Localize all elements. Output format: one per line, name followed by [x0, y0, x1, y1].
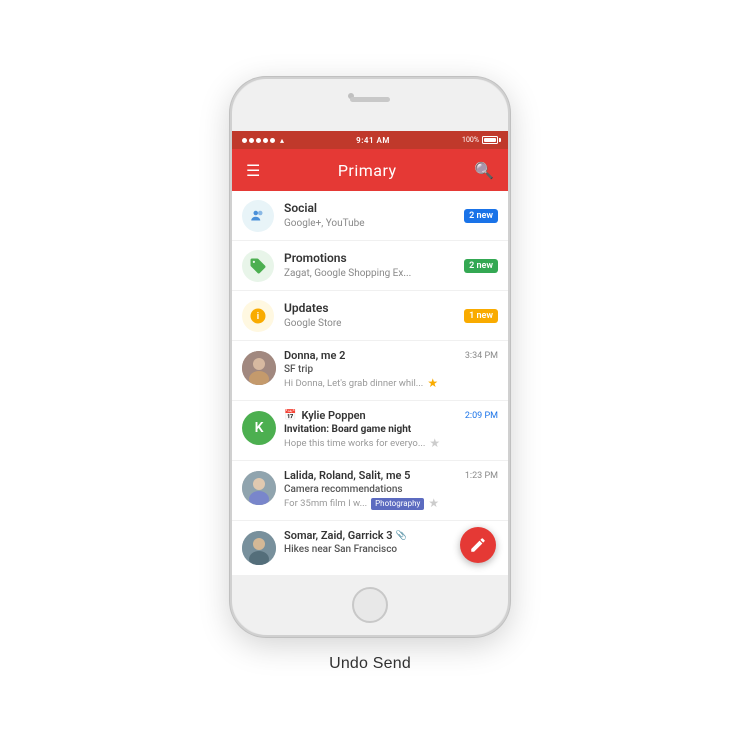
email-content-kylie: 📅 Kylie Poppen 2:09 PM Invitation: Board…: [284, 409, 498, 452]
social-sub: Google+, YouTube: [284, 217, 464, 230]
time-kylie: 2:09 PM: [465, 411, 498, 421]
updates-info: Updates Google Store: [284, 301, 464, 330]
promotions-name: Promotions: [284, 251, 464, 267]
updates-sub: Google Store: [284, 317, 464, 330]
page-wrapper: ▴ 9:41 AM 100% ☰ Primary 🔍: [230, 47, 510, 693]
sender-somar: Somar, Zaid, Garrick 3: [284, 529, 393, 542]
updates-badge: 1 new: [464, 309, 498, 323]
time-donna: 3:34 PM: [465, 351, 498, 361]
updates-name: Updates: [284, 301, 464, 317]
category-row-updates[interactable]: i Updates Google Store 1 new: [232, 291, 508, 341]
avatar-kylie: K: [242, 411, 276, 445]
social-badge: 2 new: [464, 209, 498, 223]
attach-icon: 📎: [396, 531, 407, 541]
email-row-donna[interactable]: Donna, me 2 3:34 PM SF trip Hi Donna, Le…: [232, 341, 508, 401]
status-time: 9:41 AM: [356, 136, 390, 145]
email-row-lalida[interactable]: Lalida, Roland, Salit, me 5 1:23 PM Came…: [232, 461, 508, 521]
home-button[interactable]: [352, 587, 388, 623]
preview-donna: Hi Donna, Let's grab dinner whil... ★: [284, 376, 498, 392]
email-content-donna: Donna, me 2 3:34 PM SF trip Hi Donna, Le…: [284, 349, 498, 392]
phone-bottom: [232, 575, 508, 635]
signal-dot-3: [256, 138, 261, 143]
email-header-lalida: Lalida, Roland, Salit, me 5 1:23 PM: [284, 469, 498, 482]
compose-fab[interactable]: [460, 527, 496, 563]
volume-down-button: [230, 247, 231, 282]
mute-button: [230, 169, 231, 194]
photography-tag: Photography: [371, 498, 424, 510]
preview-lalida: For 35mm film I w... Photography ★: [284, 496, 498, 512]
app-toolbar: ☰ Primary 🔍: [232, 149, 508, 191]
sender-kylie: Kylie Poppen: [301, 409, 365, 422]
social-icon: [242, 200, 274, 232]
status-bar: ▴ 9:41 AM 100%: [232, 131, 508, 149]
calendar-icon: 📅: [284, 410, 296, 421]
updates-icon: i: [242, 300, 274, 332]
email-header-donna: Donna, me 2 3:34 PM: [284, 349, 498, 362]
phone-screen: ▴ 9:41 AM 100% ☰ Primary 🔍: [232, 131, 508, 575]
subject-kylie: Invitation: Board game night: [284, 423, 498, 436]
promotions-sub: Zagat, Google Shopping Ex...: [284, 267, 464, 280]
caption: Undo Send: [329, 655, 411, 673]
social-info: Social Google+, YouTube: [284, 201, 464, 230]
svg-text:i: i: [257, 312, 259, 322]
phone-top: [232, 79, 508, 131]
email-row-kylie[interactable]: K 📅 Kylie Poppen 2:09 PM Invitation: Boa…: [232, 401, 508, 461]
preview-kylie: Hope this time works for everyo... ★: [284, 436, 498, 452]
toolbar-title: Primary: [264, 161, 470, 180]
volume-up-button: [230, 204, 231, 239]
social-name: Social: [284, 201, 464, 217]
signal-dot-4: [263, 138, 268, 143]
battery-fill: [484, 138, 496, 142]
promotions-info: Promotions Zagat, Google Shopping Ex...: [284, 251, 464, 280]
signal-dot-5: [270, 138, 275, 143]
subject-donna: SF trip: [284, 363, 498, 376]
email-header-kylie: 📅 Kylie Poppen 2:09 PM: [284, 409, 498, 422]
speaker: [350, 97, 390, 102]
star-icon-donna[interactable]: ★: [427, 376, 438, 392]
avatar-donna: [242, 351, 276, 385]
email-content-lalida: Lalida, Roland, Salit, me 5 1:23 PM Came…: [284, 469, 498, 512]
battery-icon: [482, 136, 498, 144]
avatar-lalida: [242, 471, 276, 505]
avatar-somar: [242, 531, 276, 565]
sender-donna: Donna, me 2: [284, 349, 345, 362]
subject-lalida: Camera recommendations: [284, 483, 498, 496]
battery-area: 100%: [462, 136, 498, 144]
search-icon[interactable]: 🔍: [470, 157, 498, 184]
star-icon-kylie[interactable]: ★: [429, 436, 440, 452]
promotions-icon: [242, 250, 274, 282]
promotions-badge: 2 new: [464, 259, 498, 273]
email-list: Social Google+, YouTube 2 new Promotions: [232, 191, 508, 575]
menu-icon[interactable]: ☰: [242, 157, 264, 184]
battery-text: 100%: [462, 136, 479, 144]
power-button: [509, 179, 510, 231]
category-row-promotions[interactable]: Promotions Zagat, Google Shopping Ex... …: [232, 241, 508, 291]
category-row-social[interactable]: Social Google+, YouTube 2 new: [232, 191, 508, 241]
phone-shell: ▴ 9:41 AM 100% ☰ Primary 🔍: [230, 77, 510, 637]
time-lalida: 1:23 PM: [465, 471, 498, 481]
signal-dot-2: [249, 138, 254, 143]
wifi-icon: ▴: [280, 136, 284, 145]
star-icon-lalida[interactable]: ★: [428, 496, 439, 512]
signal-dot-1: [242, 138, 247, 143]
signal-area: ▴: [242, 136, 284, 145]
sender-lalida: Lalida, Roland, Salit, me 5: [284, 469, 410, 482]
